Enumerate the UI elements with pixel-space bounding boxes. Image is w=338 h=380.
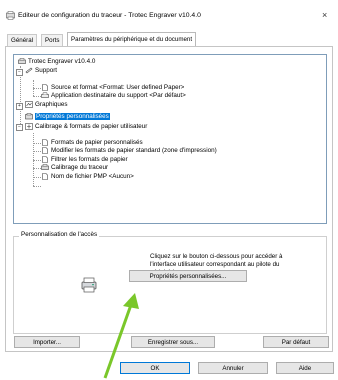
document-icon bbox=[42, 84, 48, 91]
tree-connector bbox=[33, 186, 41, 187]
plotter-icon bbox=[41, 164, 49, 170]
tree-connector bbox=[33, 88, 41, 89]
tree-item-label: Formats de papier personnalisés bbox=[51, 139, 143, 147]
paper-roll-icon bbox=[25, 67, 33, 74]
paper-tray-icon bbox=[41, 92, 49, 98]
tree-connector bbox=[33, 151, 41, 152]
printer-icon bbox=[18, 58, 26, 64]
access-customization-group bbox=[13, 236, 327, 334]
cancel-button[interactable]: Annuler bbox=[198, 362, 268, 374]
custom-properties-button[interactable]: Propriétés personnalisées... bbox=[129, 270, 247, 282]
tree-item-label: Trotec Engraver v10.4.0 bbox=[28, 58, 96, 66]
annotation-arrow-icon bbox=[103, 293, 139, 379]
tree-item-label: Calibrage & formats de papier utilisateu… bbox=[35, 123, 148, 131]
tree-item-custom-properties[interactable]: Propriétés personnalisées bbox=[25, 113, 110, 121]
tree-item-root[interactable]: Trotec Engraver v10.4.0 bbox=[18, 58, 95, 66]
tree-item-support[interactable]: Support bbox=[25, 67, 57, 75]
tree-item-graphics[interactable]: Graphiques bbox=[25, 101, 68, 109]
properties-icon bbox=[25, 113, 33, 120]
tree-connector bbox=[33, 168, 41, 169]
tree-item-label: Graphiques bbox=[35, 101, 68, 109]
tree-item-modify-standard-sizes[interactable]: Modifier les formats de papier standard … bbox=[41, 147, 217, 155]
default-button[interactable]: Par défaut bbox=[263, 336, 329, 348]
paper-icon bbox=[42, 139, 48, 146]
group-title: Personnalisation de l'accès bbox=[19, 231, 100, 238]
paper-icon bbox=[42, 147, 48, 154]
expand-toggle[interactable]: + bbox=[16, 103, 23, 110]
graphics-icon bbox=[25, 101, 33, 108]
tree-item-calibration[interactable]: Calibrage & formats de papier utilisateu… bbox=[25, 123, 147, 131]
file-icon bbox=[42, 173, 48, 180]
collapse-toggle[interactable]: − bbox=[16, 69, 23, 76]
collapse-toggle[interactable]: − bbox=[16, 124, 23, 131]
tree-item-label: Modifier les formats de papier standard … bbox=[51, 147, 217, 155]
tree-item-label: Filtrer les formats de papier bbox=[51, 156, 128, 164]
tree-item-destination-app[interactable]: Application destinataire du support <Par… bbox=[41, 92, 186, 100]
tree-connector bbox=[33, 177, 41, 178]
tree-item-pmp-filename[interactable]: Nom de fichier PMP <Aucun> bbox=[41, 173, 134, 181]
calibration-icon bbox=[25, 123, 33, 130]
tree-item-label: Propriétés personnalisées bbox=[35, 113, 110, 121]
help-button[interactable]: Aide bbox=[276, 362, 334, 374]
tree-item-label: Support bbox=[35, 67, 58, 75]
tree-connector bbox=[33, 160, 41, 161]
tree-item-label: Source et format <Format: User defined P… bbox=[51, 84, 185, 92]
tree-item-label: Application destinataire du support <Par… bbox=[51, 92, 186, 100]
tree-item-plotter-calibration[interactable]: Calibrage du traceur bbox=[41, 164, 108, 172]
plotter-app-icon bbox=[6, 11, 15, 20]
tab-device-document-settings[interactable]: Paramètres du périphérique et du documen… bbox=[67, 32, 197, 47]
tree-connector bbox=[33, 96, 41, 97]
close-icon[interactable]: × bbox=[322, 10, 327, 20]
paper-icon bbox=[42, 156, 48, 163]
tree-connector bbox=[33, 143, 41, 144]
tree-item-label: Calibrage du traceur bbox=[51, 164, 109, 172]
tree-item-label: Nom de fichier PMP <Aucun> bbox=[51, 173, 134, 181]
import-button[interactable]: Importer... bbox=[14, 336, 80, 348]
tree-item-filter-paper-sizes[interactable]: Filtrer les formats de papier bbox=[41, 156, 128, 164]
window-title: Editeur de configuration du traceur - Tr… bbox=[18, 12, 201, 19]
tree-item-source-format[interactable]: Source et format <Format: User defined P… bbox=[41, 84, 184, 92]
tree-item-custom-paper-sizes[interactable]: Formats de papier personnalisés bbox=[41, 139, 143, 147]
